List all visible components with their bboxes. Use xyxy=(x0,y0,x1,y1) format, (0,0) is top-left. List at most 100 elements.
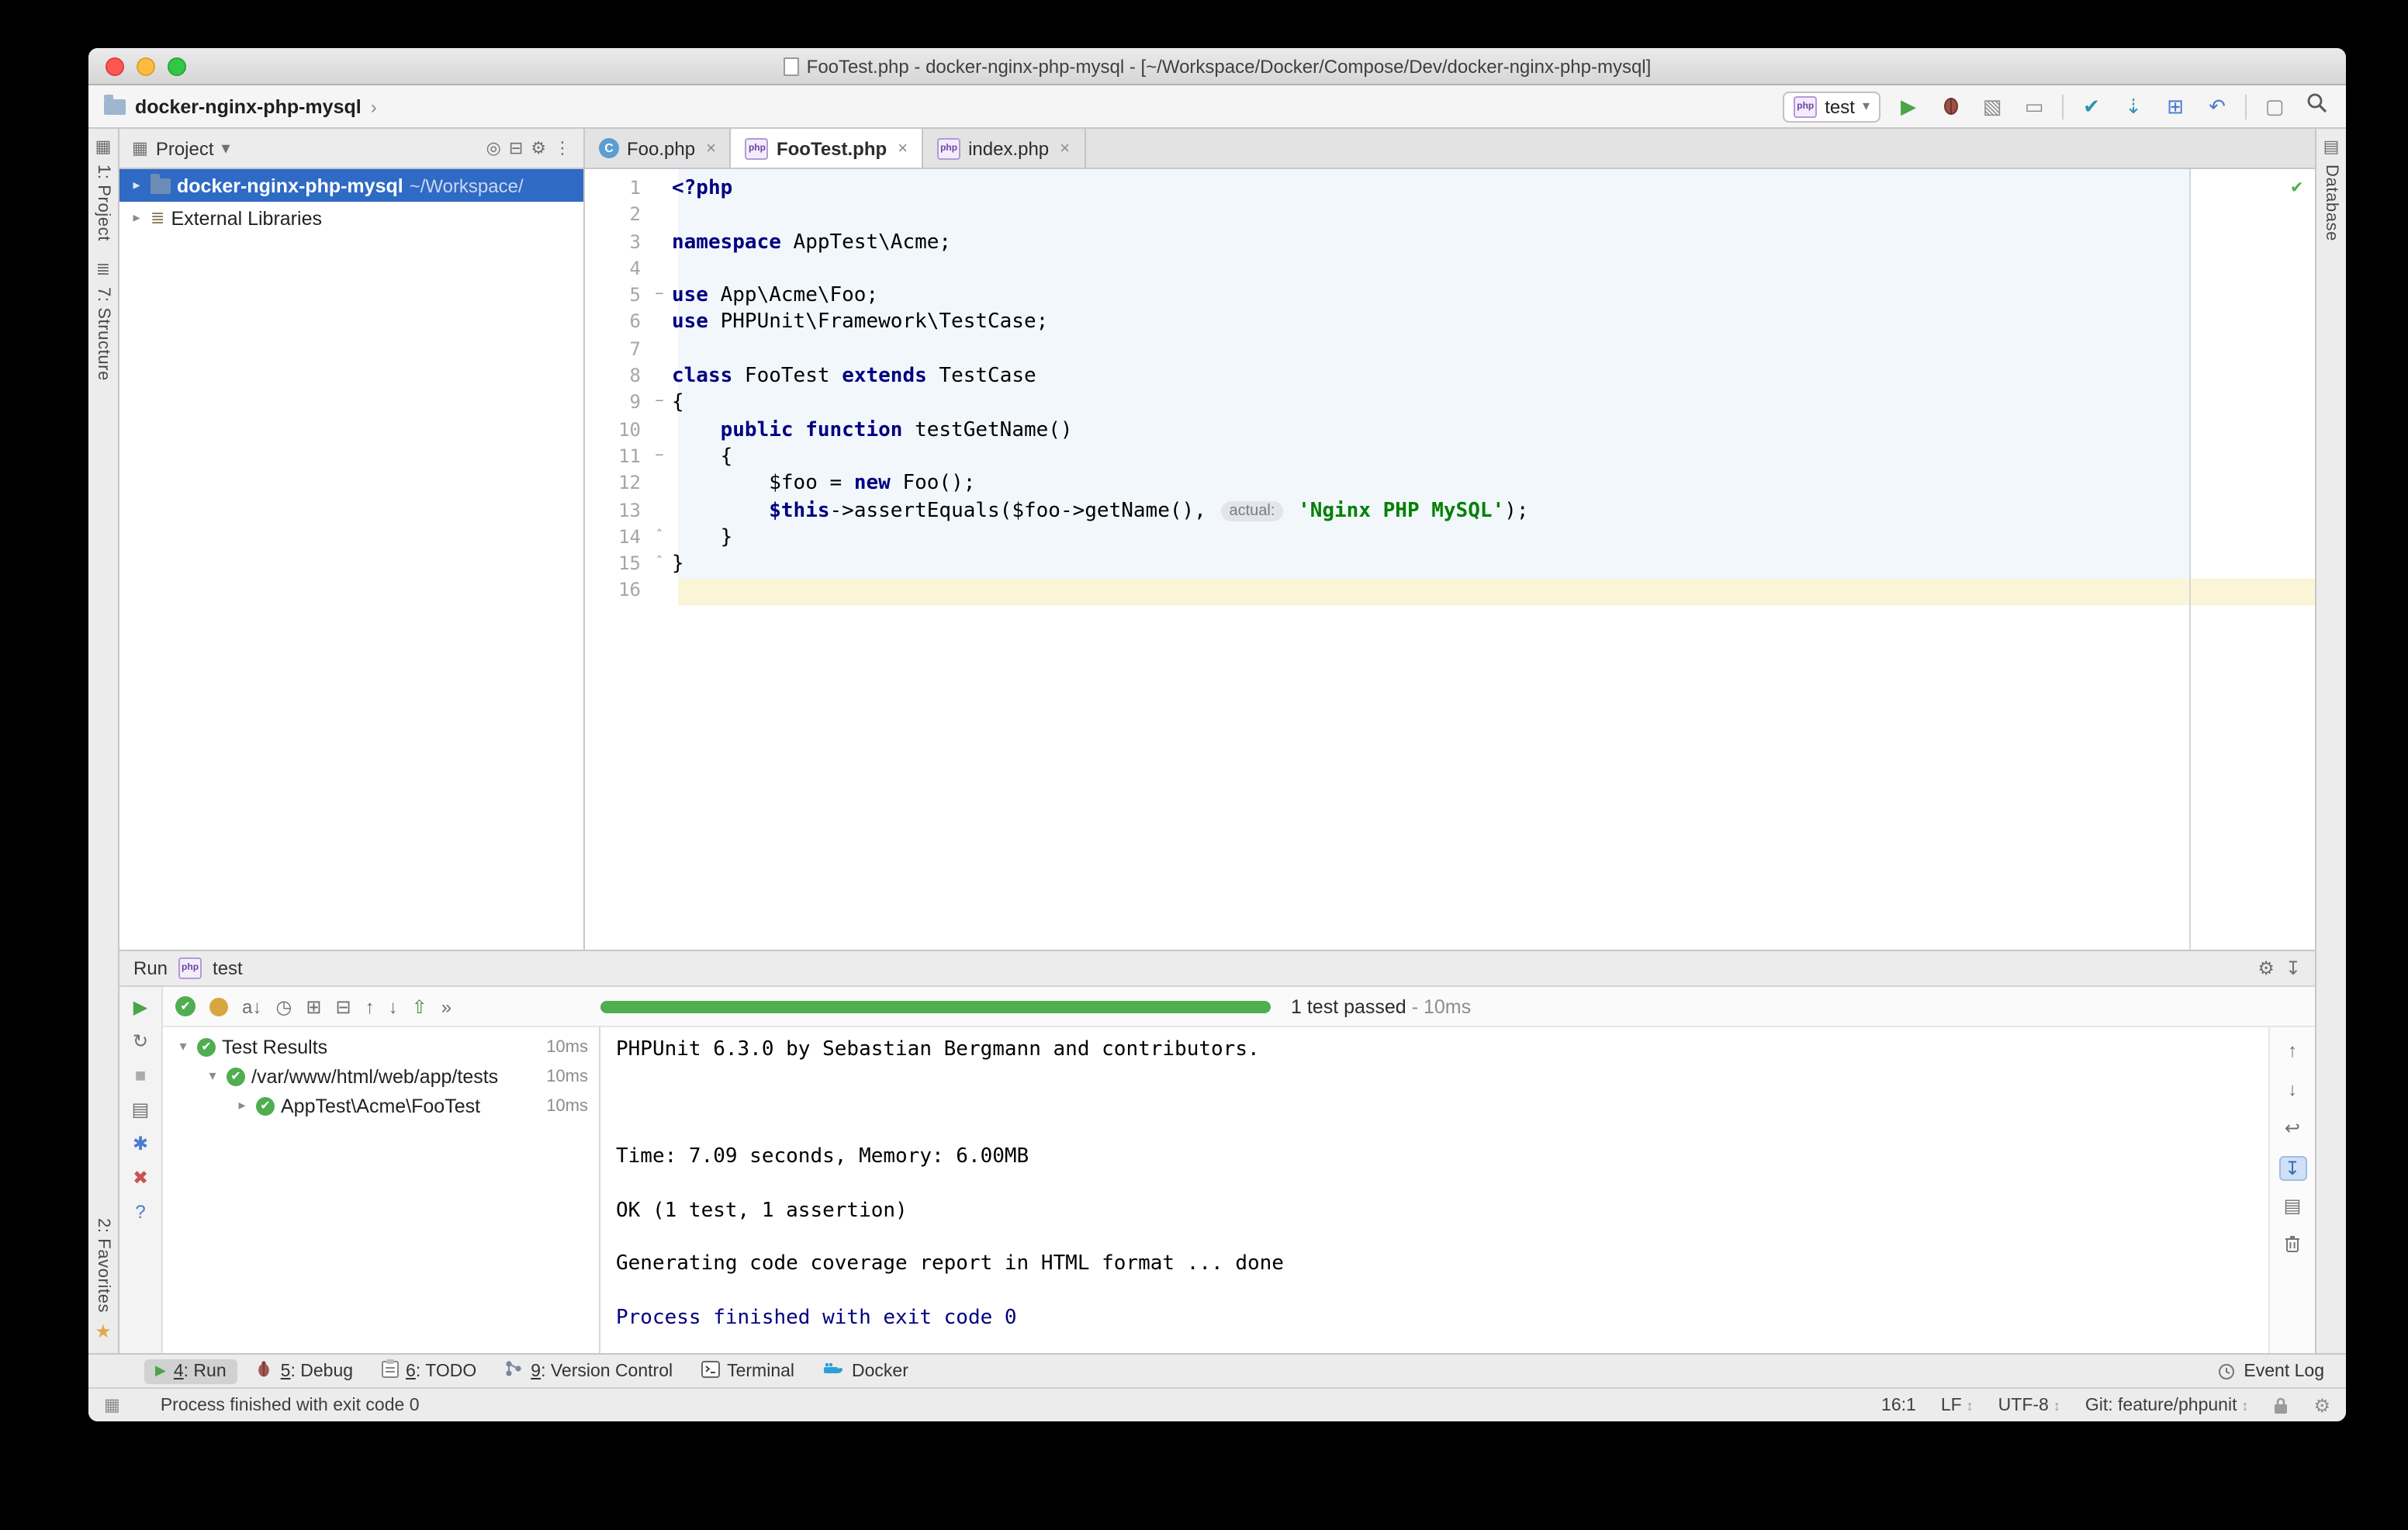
breadcrumb-project[interactable]: docker-nginx-php-mysql xyxy=(135,95,362,117)
commit-changes-button[interactable]: ✔ xyxy=(2078,92,2105,120)
toolwindow-button-label: 6: TODO xyxy=(406,1362,476,1380)
tree-arrow-icon[interactable]: ▸ xyxy=(234,1097,250,1114)
toolwindow-button-label: 9: Version Control xyxy=(531,1362,673,1380)
soft-wrap-button[interactable]: ↩ xyxy=(2278,1117,2306,1142)
encoding-widget[interactable]: UTF-8↕ xyxy=(1998,1396,2060,1414)
run-configuration-select[interactable]: php test ▾ xyxy=(1783,91,1880,122)
tab-close-icon[interactable]: × xyxy=(706,139,716,158)
console-output[interactable]: PHPUnit 6.3.0 by Sebastian Bergmann and … xyxy=(600,1027,2268,1353)
toolwindow-button-run[interactable]: ▶4: Run xyxy=(144,1359,237,1383)
tab-label: Foo.php xyxy=(627,137,695,159)
caret-position-widget[interactable]: 16:1 xyxy=(1881,1396,1916,1414)
locate-file-button[interactable]: ◎ xyxy=(486,138,501,158)
collapse-all-button[interactable]: ⊟ xyxy=(509,138,523,158)
project-tree-item[interactable]: ▸docker-nginx-php-mysql~/Workspace/ xyxy=(119,169,583,202)
zoom-window-button[interactable] xyxy=(168,57,186,76)
stop-process-button[interactable]: ■ xyxy=(135,1066,147,1085)
stripe-button-favorites[interactable]: 2: Favorites ★ xyxy=(94,1207,112,1353)
chevron-down-icon: ▾ xyxy=(1863,98,1870,115)
scroll-to-end-button[interactable]: ↧ xyxy=(2278,1156,2306,1181)
create-patch-button[interactable]: ⊞ xyxy=(2161,92,2189,120)
readonly-lock-icon[interactable] xyxy=(2273,1396,2289,1414)
debug-button[interactable] xyxy=(1936,92,1964,120)
toolwindow-button-docker[interactable]: Docker xyxy=(811,1357,919,1385)
pin-tab-button[interactable]: ✱ xyxy=(133,1134,148,1153)
inspections-status-icon[interactable]: ✔ xyxy=(2292,175,2302,197)
run-settings-button[interactable]: ⚙ xyxy=(2258,957,2275,979)
previous-failed-test-button[interactable]: ↑ xyxy=(365,997,375,1016)
run-with-coverage-button[interactable]: ▧ xyxy=(1978,92,2006,120)
navigation-bar[interactable]: docker-nginx-php-mysql › xyxy=(104,95,377,117)
git-branch-widget[interactable]: Git: feature/phpunit↕ xyxy=(2085,1396,2249,1414)
code-line: 2 xyxy=(585,202,2315,230)
help-button[interactable]: ? xyxy=(135,1203,145,1221)
editor-tab[interactable]: phpFooTest.php× xyxy=(732,129,923,168)
print-button[interactable]: ▤ xyxy=(2278,1195,2306,1220)
close-toolwindow-button[interactable]: ✖ xyxy=(133,1168,148,1187)
stripe-label-structure: 7: Structure xyxy=(94,288,112,382)
stop-button[interactable]: ▢ xyxy=(2261,92,2289,120)
tab-close-icon[interactable]: × xyxy=(1060,139,1070,158)
project-tree-item[interactable]: ▸≣External Libraries xyxy=(119,202,583,234)
stripe-label-project: 1: Project xyxy=(94,164,112,241)
toolwindow-button-terminal[interactable]: Terminal xyxy=(690,1357,805,1385)
import-test-results-button[interactable]: ⇧ xyxy=(412,997,427,1016)
sort-by-duration-button[interactable]: ◷ xyxy=(275,997,292,1016)
code-editor[interactable]: 1<?php23namespace AppTest\Acme;45−use Ap… xyxy=(585,169,2315,950)
toolwindow-button-debug[interactable]: 5: Debug xyxy=(244,1356,364,1386)
rerun-failed-tests-button[interactable]: ↻ xyxy=(133,1032,148,1051)
show-ignored-button[interactable] xyxy=(209,997,228,1016)
minimize-window-button[interactable] xyxy=(137,57,155,76)
hide-toolwindow-button[interactable]: ↧ xyxy=(2285,957,2301,979)
test-tree-item[interactable]: ▾✔Test Results10ms xyxy=(163,1032,599,1061)
rerun-button[interactable]: ▶ xyxy=(133,998,147,1016)
toolwindow-button-todo[interactable]: 6: TODO xyxy=(370,1356,487,1386)
code-text: { xyxy=(672,444,732,471)
hide-panel-button[interactable]: ⋮ xyxy=(554,138,571,158)
collapse-all-button[interactable]: ⊟ xyxy=(335,997,351,1016)
stripe-button-structure[interactable]: ≣ 7: Structure xyxy=(94,252,112,393)
run-config-tab-label[interactable]: test xyxy=(213,957,243,979)
tree-arrow-icon[interactable]: ▾ xyxy=(205,1068,220,1085)
line-separator-widget[interactable]: LF↕ xyxy=(1941,1396,1974,1414)
tree-arrow-icon[interactable]: ▸ xyxy=(129,177,144,194)
chevron-down-icon[interactable]: ▾ xyxy=(222,138,230,158)
editor-tab[interactable]: CFoo.php× xyxy=(585,129,732,168)
toolwindow-button-version-control[interactable]: 9: Version Control xyxy=(493,1356,683,1386)
toggle-toolwindow-bars-button[interactable]: ▦ xyxy=(104,1395,120,1415)
expand-all-button[interactable]: ⊞ xyxy=(306,997,321,1016)
settings-button[interactable]: ⚙ xyxy=(531,138,546,158)
tree-arrow-icon[interactable]: ▾ xyxy=(175,1038,191,1055)
editor-tab[interactable]: phpindex.php× xyxy=(923,129,1085,168)
next-failed-test-button[interactable]: ↓ xyxy=(389,997,398,1016)
test-toolbar: ✔ a↓ ◷ ⊞ ⊟ ↑ ↓ ⇧ » xyxy=(163,996,600,1016)
tree-arrow-icon[interactable]: ▸ xyxy=(129,209,144,227)
test-tree-item[interactable]: ▸✔AppTest\Acme\FooTest10ms xyxy=(163,1091,599,1120)
show-passed-button[interactable]: ✔ xyxy=(175,996,195,1016)
attach-to-process-button[interactable]: ▭ xyxy=(2020,92,2048,120)
stripe-label-favorites: 2: Favorites xyxy=(94,1218,112,1313)
sort-alphabetically-button[interactable]: a↓ xyxy=(242,997,261,1016)
run-toolwindow-body: ▶ ↻ ■ ▤ ✱ ✖ ? ✔ xyxy=(119,987,2315,1353)
close-window-button[interactable] xyxy=(106,57,124,76)
tab-close-icon[interactable]: × xyxy=(898,139,908,158)
project-toolwindow-title[interactable]: Project xyxy=(156,137,214,159)
up-the-stack-trace-button[interactable]: ↑ xyxy=(2278,1040,2306,1064)
revert-button[interactable]: ↶ xyxy=(2203,92,2231,120)
restore-layout-button[interactable]: ▤ xyxy=(132,1100,150,1119)
test-tree-item[interactable]: ▾✔/var/www/html/web/app/tests10ms xyxy=(163,1061,599,1091)
stripe-button-project[interactable]: ▦ 1: Project xyxy=(94,129,112,252)
run-button[interactable]: ▶ xyxy=(1894,92,1922,120)
inspections-profile-icon[interactable]: ⚙ xyxy=(2313,1394,2330,1416)
clear-console-button[interactable] xyxy=(2278,1234,2306,1258)
search-everywhere-button[interactable] xyxy=(2302,92,2330,121)
more-actions-button[interactable]: » xyxy=(441,997,452,1016)
titlebar[interactable]: FooTest.php - docker-nginx-php-mysql - [… xyxy=(88,48,2346,85)
event-log-button[interactable]: Event Log xyxy=(2208,1359,2334,1383)
down-the-stack-trace-button[interactable]: ↓ xyxy=(2278,1078,2306,1103)
code-line: 1<?php xyxy=(585,175,2315,202)
desktop: FooTest.php - docker-nginx-php-mysql - [… xyxy=(0,0,2408,1530)
update-project-button[interactable]: ⇣ xyxy=(2119,92,2147,120)
tree-item-label: External Libraries xyxy=(171,207,322,229)
stripe-button-database[interactable]: ▤ Database xyxy=(2322,129,2341,252)
